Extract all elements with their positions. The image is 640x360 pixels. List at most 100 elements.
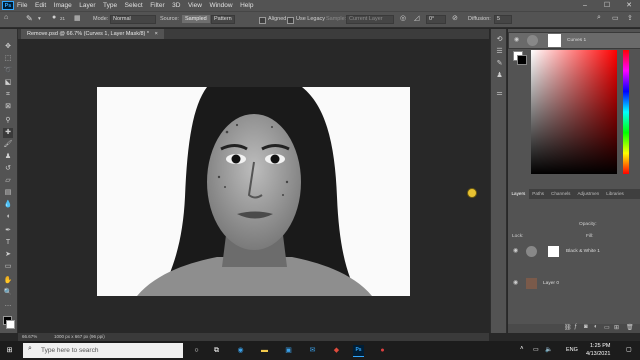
menu-edit[interactable]: Edit [35,2,46,9]
pressure-icon[interactable]: ⊘ [452,14,458,22]
zoom-tool-icon[interactable]: 🔍 [3,288,13,298]
layer-mask-thumbnail[interactable] [548,34,561,47]
frame-tool-icon[interactable]: ⊠ [3,102,13,112]
record-icon[interactable]: ● [377,345,388,356]
workspace-icon[interactable]: ▭ [612,14,619,22]
pen-tool-icon[interactable]: ✒ [3,226,13,236]
eraser-tool-icon[interactable]: ▱ [3,176,13,186]
portrait-photo[interactable] [97,87,410,296]
menu-help[interactable]: Help [240,2,253,9]
move-tool-icon[interactable]: ✥ [3,42,13,52]
spot-healing-tool-icon[interactable]: ✚ [3,128,13,138]
maximize-icon[interactable]: ☐ [596,0,618,11]
brush-tool-icon[interactable]: 🖌 [3,140,13,150]
clone-source-icon[interactable]: ♟ [495,71,504,80]
clock-time[interactable]: 1:25 PM [590,343,610,349]
layer-thumbnail[interactable] [526,278,537,289]
path-selection-tool-icon[interactable]: ➤ [3,250,13,260]
brush-preset-icon[interactable]: ● [52,14,56,21]
layer-mask-thumbnail[interactable] [548,246,559,257]
document-tab[interactable]: Remove.psd @ 66.7% (Curves 1, Layer Mask… [21,29,164,39]
photoshop-taskbar-icon[interactable]: Ps [353,345,364,357]
layer-row-selected[interactable]: ◉ Curves 1 [508,32,640,49]
adjustments-icon[interactable]: ⚌ [495,89,504,98]
new-group-icon[interactable]: ▭ [604,324,610,331]
more-tools-icon[interactable]: … [3,300,13,310]
use-legacy-checkbox[interactable] [287,17,294,24]
store-icon[interactable]: ▣ [283,345,294,356]
lasso-tool-icon[interactable]: ➰ [3,66,13,76]
new-layer-icon[interactable]: ⊞ [614,324,619,331]
volume-icon[interactable]: 🔈 [545,346,552,353]
object-selection-tool-icon[interactable]: ⬕ [3,78,13,88]
menu-file[interactable]: File [17,2,27,9]
eyedropper-tool-icon[interactable]: ⚲ [3,116,13,126]
visibility-eye-icon[interactable]: ◉ [514,33,519,48]
visibility-eye-icon[interactable]: ◉ [513,244,518,259]
zoom-level[interactable]: 66.67% [22,333,37,341]
type-tool-icon[interactable]: T [3,238,13,248]
search-icon[interactable]: ⌕ [597,14,601,22]
source-sampled-button[interactable]: Sampled [182,15,210,23]
notifications-icon[interactable]: ▢ [626,346,632,353]
chevron-down-icon[interactable]: ▾ [38,16,41,22]
gradient-tool-icon[interactable]: ▤ [3,188,13,198]
healing-brush-tool-icon[interactable]: ✎ [26,14,33,23]
history-icon[interactable]: ⟲ [495,35,504,44]
diffusion-input[interactable]: 5 [494,15,512,24]
menu-select[interactable]: Select [125,2,143,9]
aligned-checkbox[interactable] [259,17,266,24]
brush-settings-icon[interactable]: ▦ [74,14,81,22]
brush-size-value[interactable]: 21 [60,16,65,21]
panel-foreground-swatch[interactable] [517,55,527,65]
hue-slider[interactable] [623,50,629,174]
new-adjustment-icon[interactable]: ◐ [594,324,598,330]
delete-layer-icon[interactable]: 🗑 [626,324,634,331]
hand-tool-icon[interactable]: ✋ [3,276,13,286]
document-info[interactable]: 1000 px x 667 px (96 ppi) [54,333,105,341]
tab-adjustments[interactable]: Adjustmen [574,189,603,199]
tab-channels[interactable]: Channels [548,189,574,199]
photoshop-logo[interactable]: Ps [2,1,14,10]
tab-paths[interactable]: Paths [529,189,548,199]
mode-select[interactable]: Normal [110,15,156,24]
background-color-swatch[interactable] [6,320,15,329]
language-indicator[interactable]: ENG [566,347,578,353]
layer-row[interactable]: ◉ Layer 0 [508,276,640,291]
marquee-tool-icon[interactable]: ⬚ [3,54,13,64]
menu-window[interactable]: Window [209,2,232,9]
network-icon[interactable]: ▭ [533,346,539,353]
tab-layers[interactable]: Layers [508,189,529,199]
layer-row[interactable]: ◉ Black & White 1 [508,244,640,259]
visibility-eye-icon[interactable]: ◉ [513,276,518,291]
taskbar-search-box[interactable]: ⌕ Type here to search [23,343,183,358]
edge-icon[interactable]: ◉ [235,345,246,356]
clock-date[interactable]: 4/13/2021 [586,351,610,357]
close-tab-icon[interactable]: × [155,31,158,37]
brush-panel-icon[interactable]: ✎ [495,59,504,68]
crop-tool-icon[interactable]: ⌗ [3,90,13,100]
ignore-adjustment-icon[interactable]: ◎ [400,14,406,22]
add-mask-icon[interactable]: ◙ [584,324,588,330]
canvas-area[interactable] [18,39,489,333]
close-icon[interactable]: ✕ [618,0,640,11]
menu-view[interactable]: View [188,2,202,9]
windows-start-icon[interactable]: ⊞ [4,345,15,356]
mail-icon[interactable]: ✉ [307,345,318,356]
menu-3d[interactable]: 3D [172,2,180,9]
history-brush-tool-icon[interactable]: ↺ [3,164,13,174]
link-layers-icon[interactable]: ⛓ [564,324,572,331]
system-tray-chevron-icon[interactable]: ˄ [520,346,524,352]
menu-type[interactable]: Type [103,2,117,9]
cortana-icon[interactable]: ○ [191,345,202,356]
clone-stamp-tool-icon[interactable]: ♟ [3,152,13,162]
rectangle-tool-icon[interactable]: ▭ [3,262,13,272]
menu-filter[interactable]: Filter [150,2,164,9]
properties-icon[interactable]: ☰ [495,47,504,56]
angle-input[interactable]: 0° [426,15,446,24]
home-icon[interactable]: ⌂ [4,14,8,21]
tab-libraries[interactable]: Libraries [603,189,628,199]
dodge-tool-icon[interactable]: ◖ [3,212,13,222]
minimize-icon[interactable]: – [574,0,596,11]
sample-select[interactable]: Current Layer [346,15,394,24]
